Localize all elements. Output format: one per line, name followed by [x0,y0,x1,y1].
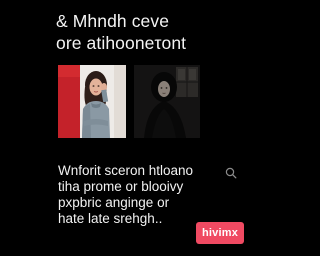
photo-woman[interactable] [58,65,126,138]
caption-line-3: pxpbric anginge or [58,195,170,210]
headline-line-2: ore atihooneτont [56,33,187,53]
headline: & Mhndh ceve ore atihooneτont [56,10,246,54]
brand-button[interactable]: hivimx [196,222,244,244]
photo-hooded-figure[interactable] [134,65,200,138]
portrait-woman-image [58,65,126,138]
caption-line-1: Wnforit sceron htloano [58,163,194,178]
search-icon-glyph [225,167,237,179]
caption-line-2: tiha prome or blooivy [58,179,184,194]
search-icon[interactable] [225,167,237,179]
portrait-hooded-figure-image [134,65,200,138]
caption-text: Wnforit sceron htloano tiha prome or blo… [58,163,228,227]
screen: & Mhndh ceve ore atihooneτont Wnforit sc… [0,0,256,256]
headline-line-1: & Mhndh ceve [56,11,170,31]
